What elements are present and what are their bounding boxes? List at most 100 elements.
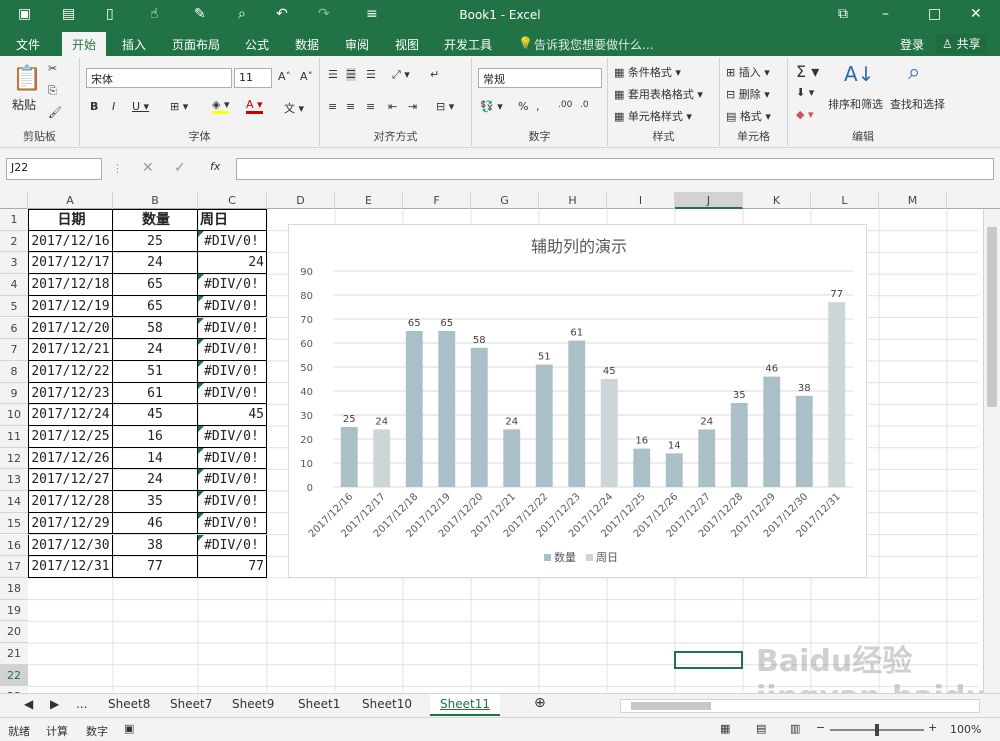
row-header-6[interactable]: 6 <box>0 317 28 340</box>
zoom-slider-thumb[interactable] <box>875 724 879 736</box>
table-format-button[interactable]: ▦ 套用表格格式 ▾ <box>614 86 703 102</box>
decrease-indent-icon[interactable]: ⇤ <box>388 100 397 113</box>
bar[interactable] <box>665 453 683 487</box>
number-format-select[interactable]: 常规 <box>478 68 602 88</box>
row-header-21[interactable]: 21 <box>0 643 28 665</box>
decrease-decimal-icon[interactable]: .0 <box>580 100 589 110</box>
cancel-icon[interactable]: ✕ <box>142 160 154 176</box>
tab-view[interactable]: 视图 <box>395 36 419 53</box>
table-cell[interactable]: 61 <box>113 382 198 405</box>
row-header-22[interactable]: 22 <box>0 664 28 687</box>
row-header-1[interactable]: 1 <box>0 209 28 231</box>
font-name-select[interactable]: 宋体 <box>86 68 232 88</box>
row-header-18[interactable]: 18 <box>0 577 28 600</box>
share-button[interactable]: ♙ 共享 <box>936 34 987 54</box>
sheet-tab-sheet1[interactable]: Sheet1 <box>298 697 340 711</box>
column-header-J[interactable]: J <box>675 192 743 209</box>
table-cell[interactable]: 2017/12/19 <box>28 295 113 318</box>
row-header-15[interactable]: 15 <box>0 512 28 535</box>
row-header-5[interactable]: 5 <box>0 295 28 318</box>
error-indicator-icon[interactable] <box>198 339 204 346</box>
chart[interactable]: 辅助列的演示 0 10 20 30 40 50 60 70 80 90 25 2017/12/16 24… <box>288 224 867 578</box>
vertical-scroll-thumb[interactable] <box>987 227 997 407</box>
sheet-tab-sheet7[interactable]: Sheet7 <box>170 697 212 711</box>
accounting-icon[interactable]: 💱 ▾ <box>480 100 503 113</box>
column-header-G[interactable]: G <box>471 192 539 209</box>
align-top-icon[interactable]: ☰ <box>328 68 338 81</box>
select-all[interactable] <box>0 192 28 209</box>
italic-button[interactable]: I <box>112 100 115 113</box>
error-indicator-icon[interactable] <box>198 230 204 237</box>
table-cell[interactable]: 2017/12/20 <box>28 317 113 340</box>
row-header-12[interactable]: 12 <box>0 447 28 470</box>
error-indicator-icon[interactable] <box>198 274 204 281</box>
table-cell[interactable]: 2017/12/22 <box>28 360 113 383</box>
table-cell[interactable]: #DIV/0! <box>198 360 267 383</box>
table-cell[interactable]: #DIV/0! <box>198 382 267 405</box>
column-header-D[interactable]: D <box>267 192 335 209</box>
table-cell[interactable]: #DIV/0! <box>198 426 267 448</box>
page-break-view-icon[interactable]: ▥ <box>790 722 800 735</box>
table-cell[interactable]: 2017/12/17 <box>28 252 113 275</box>
shrink-font-icon[interactable]: A˅ <box>300 70 313 83</box>
orientation-icon[interactable]: ⤢ ▾ <box>392 68 410 82</box>
minimize-button[interactable]: – <box>882 6 889 22</box>
row-header-17[interactable]: 17 <box>0 556 28 578</box>
table-cell[interactable]: 2017/12/31 <box>28 556 113 578</box>
find-select-button[interactable]: 查找和选择 <box>890 96 945 112</box>
sheet-tab-sheet10[interactable]: Sheet10 <box>362 697 412 711</box>
align-bottom-icon[interactable]: ☰ <box>366 68 376 81</box>
tab-insert[interactable]: 插入 <box>122 36 146 53</box>
error-indicator-icon[interactable] <box>198 360 204 367</box>
row-header-7[interactable]: 7 <box>0 339 28 361</box>
tab-formulas[interactable]: 公式 <box>245 36 269 53</box>
column-header-L[interactable]: L <box>811 192 879 209</box>
error-indicator-icon[interactable] <box>198 491 204 498</box>
row-header-3[interactable]: 3 <box>0 252 28 275</box>
bar[interactable] <box>763 376 781 487</box>
bar[interactable] <box>568 340 586 487</box>
tell-me-box[interactable]: 告诉我您想要做什么... <box>534 36 653 53</box>
bar[interactable] <box>600 379 618 487</box>
table-cell[interactable]: 2017/12/30 <box>28 534 113 557</box>
bar[interactable] <box>503 429 521 487</box>
column-header-C[interactable]: C <box>198 192 267 209</box>
tab-home[interactable]: 开始 <box>62 32 107 56</box>
error-indicator-icon[interactable] <box>198 382 204 389</box>
column-header-K[interactable]: K <box>743 192 811 209</box>
bold-button[interactable]: B <box>90 100 98 113</box>
table-cell[interactable]: 51 <box>113 360 198 383</box>
bar[interactable] <box>698 429 716 487</box>
table-cell[interactable]: 24 <box>113 252 198 275</box>
ribbon-display-icon[interactable]: ⧉ <box>838 6 848 22</box>
table-cell[interactable]: 38 <box>113 534 198 557</box>
row-header-14[interactable]: 14 <box>0 491 28 513</box>
insert-cells-button[interactable]: ⊞ 插入 ▾ <box>726 64 770 80</box>
table-cell[interactable]: #DIV/0! <box>198 230 267 253</box>
insert-function-icon[interactable]: fx <box>210 160 220 173</box>
table-cell[interactable]: 14 <box>113 447 198 470</box>
next-sheet-icon[interactable]: ▶ <box>50 697 59 711</box>
percent-icon[interactable]: % <box>518 100 528 113</box>
column-header-A[interactable]: A <box>28 192 113 209</box>
table-cell[interactable]: 24 <box>198 252 267 275</box>
table-cell[interactable]: 16 <box>113 426 198 448</box>
align-center-icon[interactable]: ≡ <box>346 100 355 113</box>
table-cell[interactable]: 2017/12/27 <box>28 469 113 492</box>
table-cell[interactable]: 24 <box>113 469 198 492</box>
table-cell[interactable]: 2017/12/18 <box>28 274 113 296</box>
error-indicator-icon[interactable] <box>198 534 204 541</box>
table-cell[interactable]: 24 <box>113 339 198 361</box>
prev-sheet-icon[interactable]: ◀ <box>24 697 33 711</box>
column-header-M[interactable]: M <box>879 192 947 209</box>
grow-font-icon[interactable]: A˄ <box>278 70 291 83</box>
paste-button[interactable]: 粘贴 <box>12 96 36 113</box>
row-header-9[interactable]: 9 <box>0 382 28 405</box>
bar[interactable] <box>438 331 456 487</box>
horizontal-scroll-thumb[interactable] <box>631 702 711 710</box>
error-indicator-icon[interactable] <box>198 317 204 324</box>
table-cell[interactable]: 65 <box>113 274 198 296</box>
bar[interactable] <box>405 331 423 487</box>
column-header-I[interactable]: I <box>607 192 675 209</box>
wrap-text-icon[interactable]: ↵ <box>430 68 439 81</box>
